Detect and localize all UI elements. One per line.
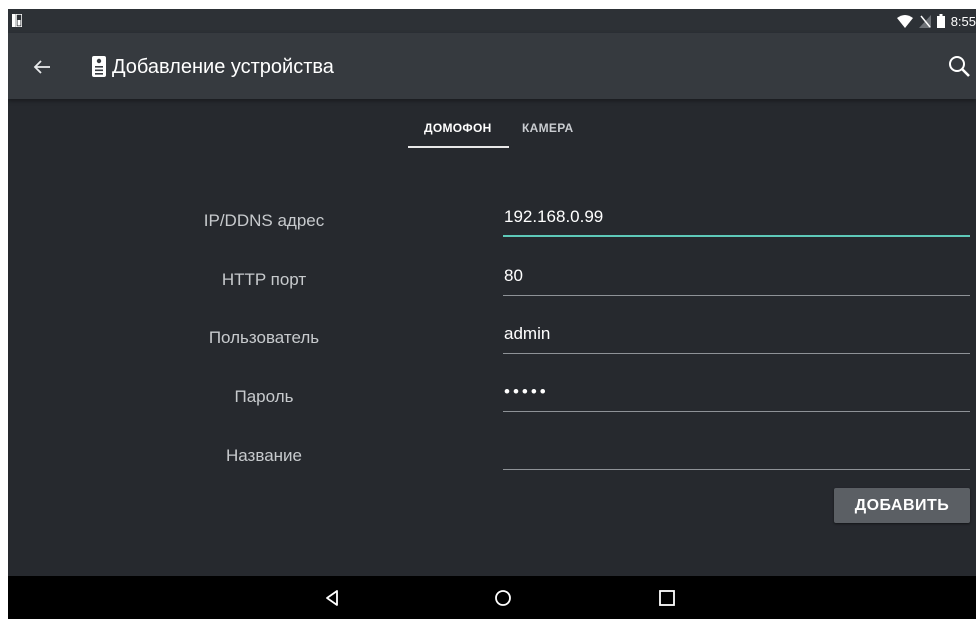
app-screen: 8:55 Добавление устройства ДОМОФОН КАМЕР… [8,9,976,619]
no-sim-icon [918,14,931,28]
status-bar: 8:55 [8,9,976,33]
ip-address-label: IP/DDNS адрес [203,211,325,230]
sim-card-icon [12,14,22,27]
device-name-label: Название [226,446,302,465]
intercom-icon [92,56,106,77]
field-underline [503,353,970,354]
user-value: admin [504,324,551,343]
status-icons: 8:55 [896,13,976,29]
password-label: Пароль [234,387,294,406]
navigation-bar [8,576,976,619]
user-label: Пользователь [208,328,320,347]
add-button[interactable]: ДОБАВИТЬ [834,488,970,523]
field-underline [503,411,970,412]
tab-intercom[interactable]: ДОМОФОН [424,121,492,135]
password-value: ••••• [504,382,549,401]
password-field[interactable]: ••••• [503,382,970,412]
field-underline [503,469,970,470]
http-port-label: HTTP порт [221,270,307,289]
field-underline [503,235,970,237]
ip-address-value: 192.168.0.99 [504,207,604,226]
page-title: Добавление устройства [112,56,334,78]
search-icon[interactable] [946,54,972,80]
http-port-value: 80 [504,266,523,285]
status-time: 8:55 [950,13,976,29]
home-circle-icon[interactable] [492,587,514,609]
ip-address-field[interactable]: 192.168.0.99 [503,207,970,237]
tab-camera[interactable]: КАМЕРА [522,121,573,135]
back-triangle-icon[interactable] [322,587,344,609]
tab-active-indicator [408,146,509,148]
field-underline [503,295,970,296]
battery-icon [936,14,945,28]
recents-square-icon[interactable] [656,587,678,609]
arrow-left-icon[interactable] [28,53,56,81]
user-field[interactable]: admin [503,324,970,354]
app-bar: Добавление устройства [8,33,976,99]
device-name-field[interactable] [503,440,970,470]
http-port-field[interactable]: 80 [503,266,970,296]
tab-bar: ДОМОФОН КАМЕРА [8,99,976,149]
wifi-icon [896,14,913,28]
